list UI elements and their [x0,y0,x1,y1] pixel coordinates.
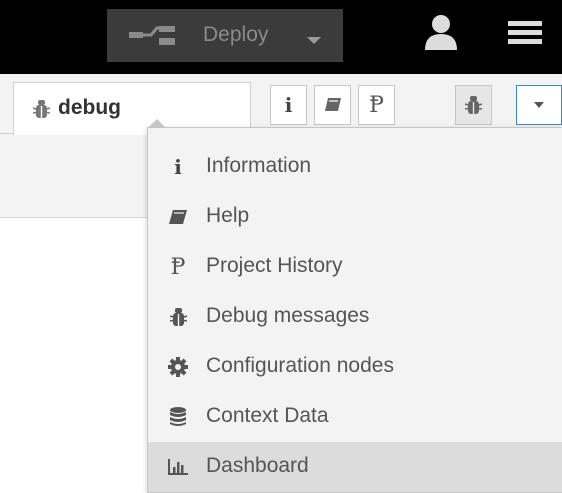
database-icon [166,405,190,429]
book-icon [166,205,190,229]
hamburger-menu-icon [508,21,542,44]
info-icon: i [284,93,293,117]
menu-item-help[interactable]: Help [148,192,562,242]
menu-item-project-history[interactable]: Ᵽ Project History [148,242,562,292]
deploy-caret-icon[interactable] [307,37,321,44]
user-icon [425,15,457,50]
menu-item-debug-messages[interactable]: Debug messages [148,292,562,342]
tab-debug-label: debug [58,96,121,119]
branch-icon: Ᵽ [369,92,384,118]
menu-item-label: Configuration nodes [206,354,394,377]
menu-item-label: Debug messages [206,304,370,327]
main-menu-button[interactable] [508,14,542,50]
header-bar: Deploy [0,0,562,74]
caret-down-icon [534,102,544,108]
menu-item-configuration-nodes[interactable]: Configuration nodes [148,342,562,392]
bug-icon [465,95,482,114]
info-tab-button[interactable]: i [270,85,307,125]
menu-item-label: Context Data [206,404,329,427]
bug-icon [33,100,50,118]
info-icon: i [174,155,182,179]
menu-item-dashboard[interactable]: Dashboard [148,442,562,492]
deploy-label: Deploy [203,23,269,46]
menu-item-label: Dashboard [206,454,309,477]
deploy-button[interactable]: Deploy [107,9,343,62]
menu-pointer [148,119,166,128]
menu-item-label: Project History [206,254,343,277]
menu-item-label: Help [206,204,250,227]
sidebar-tabs-menu: i Information Help Ᵽ Project History Deb… [147,119,562,493]
menu-item-context-data[interactable]: Context Data [148,392,562,442]
gear-icon [166,355,190,379]
menu-item-information[interactable]: i Information [148,142,562,192]
branch-icon: Ᵽ [170,254,186,280]
help-tab-button[interactable] [314,85,351,125]
user-button[interactable] [422,14,460,50]
book-icon [324,98,341,111]
more-tabs-dropdown-button[interactable] [516,85,562,125]
bar-chart-icon [166,455,190,479]
menu-item-label: Information [206,154,312,177]
bug-icon [166,305,190,329]
project-history-tab-button[interactable]: Ᵽ [358,85,395,125]
debug-tab-button[interactable] [455,85,492,125]
deploy-icon [129,26,175,45]
